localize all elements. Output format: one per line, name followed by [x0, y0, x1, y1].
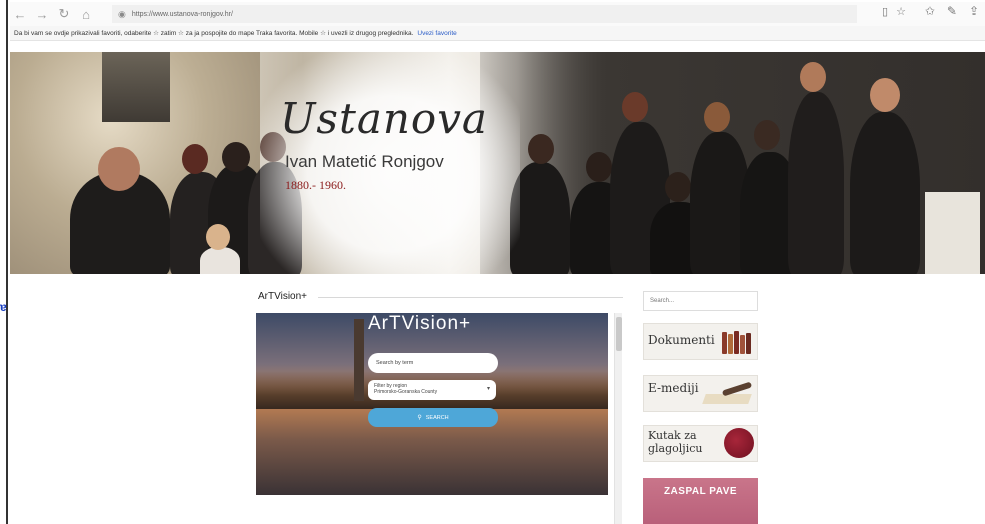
search-button-label: SEARCH	[425, 414, 449, 421]
hero-title: Ustanova	[280, 94, 488, 143]
browser-toolbar: ← → ↻ ⌂ ◉ https://www.ustanova-ronjgov.h…	[10, 2, 985, 26]
search-button[interactable]: ⚲ SEARCH	[368, 408, 498, 427]
panel-title: ArTVision+	[368, 313, 472, 334]
import-favorites-link[interactable]: Uvezi favorite	[417, 30, 456, 37]
singer-figure	[788, 92, 844, 274]
singer-figure	[850, 112, 920, 274]
home-icon[interactable]: ⌂	[76, 4, 96, 24]
back-icon[interactable]: ←	[10, 4, 30, 24]
favorite-star-icon[interactable]: ☆	[896, 5, 906, 18]
widget-label-line1: Kutak za	[648, 429, 697, 442]
child-head	[206, 224, 230, 250]
singer-head	[528, 134, 554, 164]
hero-years: 1880.- 1960.	[285, 178, 346, 192]
scrollbar-thumb[interactable]	[616, 317, 622, 351]
sidebar-search-placeholder: Search...	[650, 298, 675, 304]
search-icon: ⚲	[417, 415, 422, 421]
singer-head	[754, 120, 780, 150]
church-window	[102, 52, 170, 122]
screenshot-frame: ɐ ← → ↻ ⌂ ◉ https://www.ustanova-ronjgov…	[0, 0, 985, 524]
stone-pillar	[925, 192, 980, 274]
section-title: ArTVision+	[258, 291, 308, 302]
widget-label: Dokumenti	[648, 333, 715, 347]
singer-head	[586, 152, 612, 182]
region-select[interactable]: Filter by region Primorsko-Goranska Coun…	[368, 380, 496, 400]
widget-label: Kutak za glagoljicu	[648, 429, 702, 455]
hero-subtitle: Ivan Matetić Ronjgov	[285, 152, 444, 171]
singer-head	[704, 102, 730, 132]
favorites-bar: Da bi vam se ovdje prikazivali favoriti,…	[10, 26, 985, 41]
search-placeholder: Search by term	[376, 360, 414, 366]
artvision-panel: ArTVision+ Search by term Filter by regi…	[256, 313, 608, 495]
child-figure	[200, 247, 240, 274]
promo-text: ZASPAL PAVE	[663, 486, 738, 497]
sidebar-widget-e-mediji[interactable]: E-mediji	[643, 375, 758, 412]
sidebar-widget-dokumenti[interactable]: Dokumenti	[643, 323, 758, 360]
left-edge-mark: ɐ	[0, 300, 7, 314]
chevron-down-icon: ▾	[486, 386, 490, 392]
books-icon	[722, 330, 752, 354]
singer-head	[622, 92, 648, 122]
seal-icon	[724, 428, 754, 458]
widget-label-line2: glagoljicu	[648, 442, 703, 455]
singer-head	[222, 142, 250, 172]
address-bar[interactable]: ◉ https://www.ustanova-ronjgov.hr/	[112, 5, 857, 23]
refresh-icon[interactable]: ↻	[54, 4, 74, 24]
singer-head	[800, 62, 826, 92]
sidebar-search-input[interactable]: Search...	[643, 291, 758, 311]
conductor-head	[98, 147, 140, 191]
region-value: Primorsko-Goranska County	[374, 389, 438, 395]
reading-view-icon[interactable]: ▯	[882, 5, 888, 18]
lock-icon: ◉	[118, 8, 126, 19]
section-divider	[318, 297, 623, 298]
share-icon[interactable]: ⇪	[969, 4, 979, 18]
bell-tower	[354, 319, 364, 401]
singer-head	[665, 172, 691, 202]
sidebar-widget-glagoljica[interactable]: Kutak za glagoljicu	[643, 425, 758, 462]
search-input[interactable]: Search by term	[368, 353, 498, 373]
hero-banner: Ustanova Ivan Matetić Ronjgov 1880.- 196…	[10, 52, 985, 274]
singer-head	[182, 144, 208, 174]
pen-icon[interactable]: ✎	[947, 4, 957, 18]
panel-scrollbar[interactable]	[614, 313, 622, 524]
forward-icon[interactable]: →	[32, 4, 52, 24]
favorites-hub-icon[interactable]: ✩	[925, 4, 935, 18]
promo-banner[interactable]: ZASPAL PAVE	[643, 478, 758, 524]
singer-head	[870, 78, 900, 112]
favorites-prompt: Da bi vam se ovdje prikazivali favoriti,…	[14, 30, 414, 37]
quill-icon	[702, 381, 756, 406]
address-url: https://www.ustanova-ronjgov.hr/	[131, 10, 233, 18]
widget-label: E-mediji	[648, 381, 699, 395]
left-edge-divider	[6, 0, 8, 524]
